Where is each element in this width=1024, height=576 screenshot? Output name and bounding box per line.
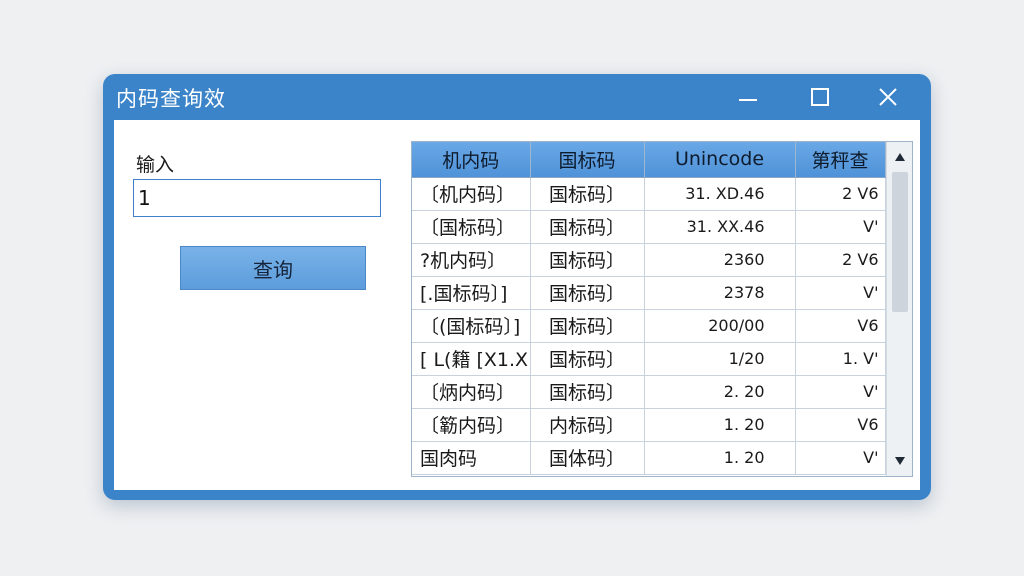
- column-header-internal-code[interactable]: 机内码: [412, 142, 531, 178]
- cell-extra: V': [795, 441, 886, 475]
- cell-gb-code: 国标码〕: [530, 342, 645, 376]
- minimize-button[interactable]: [723, 80, 773, 114]
- cell-gb-code: 国体码〕: [530, 441, 645, 475]
- maximize-icon: [811, 88, 829, 106]
- maximize-button[interactable]: [795, 80, 845, 114]
- column-header-unicode[interactable]: Unincode: [644, 142, 796, 178]
- cell-internal-code: 国肉码: [412, 441, 531, 475]
- table-row[interactable]: 〔(国标码〕] 国标码〕 200/00 V6: [412, 309, 886, 343]
- cell-internal-code: [ L(籍 [X1.X]: [412, 342, 531, 376]
- vertical-scrollbar[interactable]: [886, 142, 912, 476]
- cell-internal-code: 〔簕内码〕: [412, 408, 531, 442]
- cell-gb-code: 内标码〕: [530, 408, 645, 442]
- cell-unicode: 1. 20: [644, 441, 796, 475]
- table-row[interactable]: [.国标码〕] 国标码〕 2378 V': [412, 276, 886, 310]
- cell-unicode: 1/20: [644, 342, 796, 376]
- cell-unicode: 2360: [644, 243, 796, 277]
- column-header-extra[interactable]: 第秤查: [795, 142, 886, 178]
- cell-extra: V6: [795, 408, 886, 442]
- minimize-icon: [739, 99, 757, 101]
- cell-internal-code: ?机内码〕: [412, 243, 531, 277]
- table-row[interactable]: 〔簕内码〕 内标码〕 1. 20 V6: [412, 408, 886, 442]
- scroll-up-button[interactable]: [887, 144, 912, 170]
- cell-gb-code: 国标码〕: [530, 375, 645, 409]
- cell-extra: V': [795, 375, 886, 409]
- cell-unicode: 31. XD.46: [644, 177, 796, 211]
- table-row[interactable]: 〔炳内码〕 国标码〕 2. 20 V': [412, 375, 886, 409]
- scrollbar-thumb[interactable]: [892, 172, 908, 312]
- cell-gb-code: 国标码〕: [530, 309, 645, 343]
- cell-gb-code: 国标码〕: [530, 276, 645, 310]
- table-header-row: 机内码 国标码 Unincode 第秤查: [412, 142, 886, 178]
- results-table: 机内码 国标码 Unincode 第秤查 〔机内码〕 国标码〕 31. XD.4…: [411, 141, 913, 477]
- scroll-down-button[interactable]: [887, 448, 912, 474]
- results-grid: 机内码 国标码 Unincode 第秤查 〔机内码〕 国标码〕 31. XD.4…: [412, 142, 886, 475]
- cell-internal-code: 〔国标码〕: [412, 210, 531, 244]
- cell-unicode: 2378: [644, 276, 796, 310]
- cell-extra: 1. V': [795, 342, 886, 376]
- cell-extra: 2 V6: [795, 243, 886, 277]
- cell-unicode: 31. XX.46: [644, 210, 796, 244]
- cell-internal-code: 〔机内码〕: [412, 177, 531, 211]
- cell-internal-code: 〔炳内码〕: [412, 375, 531, 409]
- column-header-gb-code[interactable]: 国标码: [530, 142, 645, 178]
- query-button-label: 查询: [253, 257, 293, 282]
- query-button[interactable]: 查询: [180, 246, 366, 290]
- triangle-down-icon: [895, 457, 905, 465]
- cell-gb-code: 国标码〕: [530, 177, 645, 211]
- cell-extra: V': [795, 210, 886, 244]
- cell-extra: V6: [795, 309, 886, 343]
- cell-extra: V': [795, 276, 886, 310]
- input-label: 输入: [136, 154, 175, 176]
- table-row[interactable]: 国肉码 国体码〕 1. 20 V': [412, 441, 886, 475]
- cell-extra: 2 V6: [795, 177, 886, 211]
- cell-internal-code: 〔(国标码〕]: [412, 309, 531, 343]
- app-window: 内码查询效 输入 查询: [103, 74, 931, 500]
- code-input[interactable]: [133, 179, 381, 217]
- cell-unicode: 2. 20: [644, 375, 796, 409]
- cell-gb-code: 国标码〕: [530, 243, 645, 277]
- client-area: 输入 查询 机内码 国标码 Unincode 第秤查: [114, 120, 920, 490]
- cell-unicode: 1. 20: [644, 408, 796, 442]
- close-button[interactable]: [863, 80, 913, 114]
- cell-unicode: 200/00: [644, 309, 796, 343]
- close-icon: [879, 88, 897, 106]
- table-row[interactable]: 〔机内码〕 国标码〕 31. XD.46 2 V6: [412, 177, 886, 211]
- table-row[interactable]: [ L(籍 [X1.X] 国标码〕 1/20 1. V': [412, 342, 886, 376]
- title-bar[interactable]: 内码查询效: [103, 74, 931, 120]
- cell-internal-code: [.国标码〕]: [412, 276, 531, 310]
- triangle-up-icon: [895, 153, 905, 161]
- table-row[interactable]: ?机内码〕 国标码〕 2360 2 V6: [412, 243, 886, 277]
- cell-gb-code: 国标码〕: [530, 210, 645, 244]
- table-row[interactable]: 〔国标码〕 国标码〕 31. XX.46 V': [412, 210, 886, 244]
- window-title: 内码查询效: [116, 87, 226, 111]
